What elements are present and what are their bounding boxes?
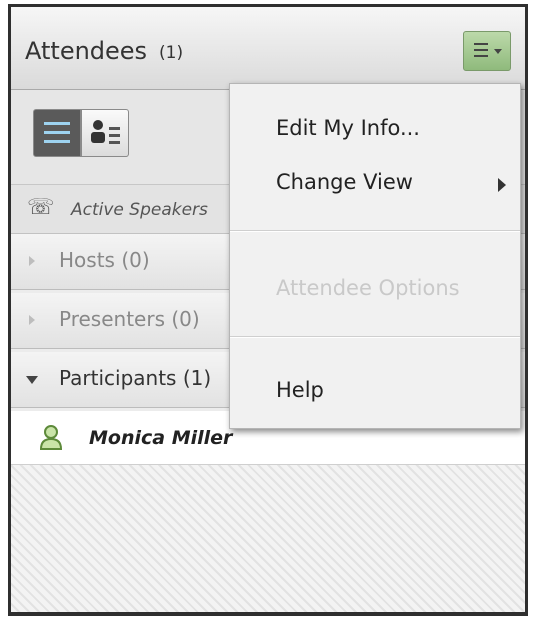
group-label: Hosts (0) bbox=[59, 248, 150, 272]
person-icon bbox=[39, 425, 63, 450]
menu-item-edit-my-info[interactable]: Edit My Info... bbox=[276, 116, 420, 140]
attendee-count: (1) bbox=[159, 43, 184, 63]
submenu-arrow-icon bbox=[498, 178, 506, 192]
speaker-icon: ☏ bbox=[27, 195, 55, 220]
menu-divider bbox=[230, 336, 520, 338]
chevron-down-icon bbox=[494, 49, 502, 54]
list-view-button[interactable] bbox=[33, 109, 81, 157]
attendee-name: Monica Miller bbox=[89, 427, 233, 449]
menu-lines-icon bbox=[474, 43, 488, 59]
menu-item-help[interactable]: Help bbox=[276, 378, 324, 402]
attendees-pod: Attendees (1) ☏ Active Speakers Hosts (0… bbox=[11, 7, 525, 612]
list-line bbox=[44, 131, 70, 134]
group-label: Participants (1) bbox=[59, 366, 212, 390]
person-list-icon bbox=[91, 120, 120, 144]
list-line bbox=[44, 122, 70, 125]
menu-divider bbox=[230, 230, 520, 232]
detail-view-button[interactable] bbox=[81, 109, 129, 157]
expand-arrow-icon bbox=[29, 256, 35, 266]
pod-title: Attendees bbox=[25, 37, 148, 65]
pod-options-menu-button[interactable] bbox=[463, 31, 511, 71]
expand-arrow-icon bbox=[29, 315, 35, 325]
menu-item-change-view[interactable]: Change View bbox=[276, 170, 413, 194]
pod-options-dropdown: Edit My Info... Change View Attendee Opt… bbox=[229, 83, 521, 429]
collapse-arrow-icon bbox=[26, 376, 38, 384]
group-label: Presenters (0) bbox=[59, 307, 200, 331]
menu-item-attendee-options: Attendee Options bbox=[276, 276, 460, 300]
pod-header: Attendees (1) bbox=[11, 7, 525, 90]
empty-list-area bbox=[11, 465, 525, 612]
list-line bbox=[44, 140, 70, 143]
active-speakers-label: Active Speakers bbox=[71, 200, 208, 220]
